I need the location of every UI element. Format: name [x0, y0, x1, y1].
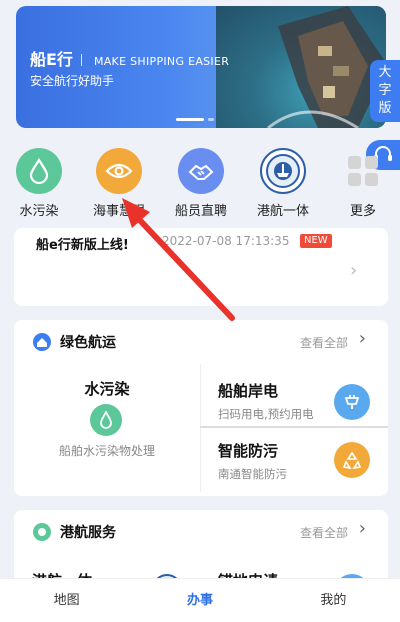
- view-all-link[interactable]: 查看全部: [300, 334, 348, 351]
- item-desc: 扫码用电,预约用电: [218, 407, 314, 421]
- nav-mine[interactable]: 我的: [267, 579, 400, 622]
- ship-house-icon: [33, 333, 51, 351]
- water-drop-icon: [90, 404, 122, 436]
- chevron-right-icon[interactable]: ›: [359, 328, 366, 349]
- plug-icon: [334, 384, 370, 420]
- handshake-icon: [178, 148, 224, 194]
- large-font-label: 大字版: [378, 65, 392, 116]
- port-emblem-icon: [260, 148, 306, 194]
- chevron-right-icon: ›: [350, 260, 358, 281]
- nav-services[interactable]: 办事: [133, 579, 266, 622]
- carousel-indicator: [176, 118, 214, 121]
- item-desc: 南通智能防污: [218, 467, 287, 481]
- water-drop-icon: [16, 148, 62, 194]
- divider: [200, 426, 388, 428]
- quick-label: 船员直聘: [174, 204, 227, 219]
- green-shipping-card: 绿色航运 查看全部 › 水污染 船舶水污染物处理 船舶岸电 扫码用电,预约用电 …: [14, 320, 388, 496]
- quick-label: 港航一体: [256, 204, 309, 219]
- section-title: 绿色航运: [60, 335, 116, 351]
- section-header: 绿色航运: [32, 332, 116, 352]
- grid-icon: [340, 148, 386, 194]
- tile-title: 水污染: [84, 380, 130, 398]
- bottom-navigation: 地图 办事 我的: [0, 578, 400, 622]
- quick-label: 更多: [349, 204, 376, 219]
- section-header: 港航服务: [32, 522, 116, 542]
- large-font-mode-tab[interactable]: 大字版: [370, 60, 400, 122]
- item-title: 智能防污: [218, 442, 279, 460]
- section-title: 港航服务: [60, 525, 116, 541]
- quick-access-row: 水污染 海事慧眼 船员直聘 港航一体 更多: [0, 148, 400, 219]
- quick-port-integration[interactable]: 港航一体: [248, 148, 318, 219]
- quick-label: 海事慧眼: [92, 204, 145, 219]
- notice-card[interactable]: 船e行新版上线! 2022-07-08 17:13:35 NEW ›: [14, 228, 388, 306]
- view-all-link[interactable]: 查看全部: [300, 524, 348, 541]
- chevron-right-icon[interactable]: ›: [359, 518, 366, 539]
- quick-water-pollution[interactable]: 水污染: [4, 148, 74, 219]
- quick-label: 水污染: [19, 204, 59, 219]
- tile-desc: 船舶水污染物处理: [58, 444, 155, 458]
- item-title: 船舶岸电: [218, 382, 279, 400]
- quick-maritime-eye[interactable]: 海事慧眼: [84, 148, 154, 219]
- eye-icon: [96, 148, 142, 194]
- new-badge: NEW: [300, 234, 332, 248]
- recycle-icon: [334, 442, 370, 478]
- nav-map[interactable]: 地图: [0, 579, 133, 622]
- banner-slogan: 安全航行好助手: [30, 74, 115, 88]
- banner-carousel[interactable]: 船E行 MAKE SHIPPING EASIER 安全航行好助手: [16, 6, 386, 128]
- notice-title: 船e行新版上线!: [36, 238, 129, 253]
- port-service-icon: [33, 523, 51, 541]
- quick-crew-recruit[interactable]: 船员直聘: [166, 148, 236, 219]
- notice-time: 2022-07-08 17:13:35: [162, 234, 290, 248]
- quick-more[interactable]: 更多: [328, 148, 398, 219]
- divider: [200, 364, 201, 492]
- banner-title: 船E行 MAKE SHIPPING EASIER: [30, 50, 230, 69]
- banner-ship-image: [267, 6, 386, 128]
